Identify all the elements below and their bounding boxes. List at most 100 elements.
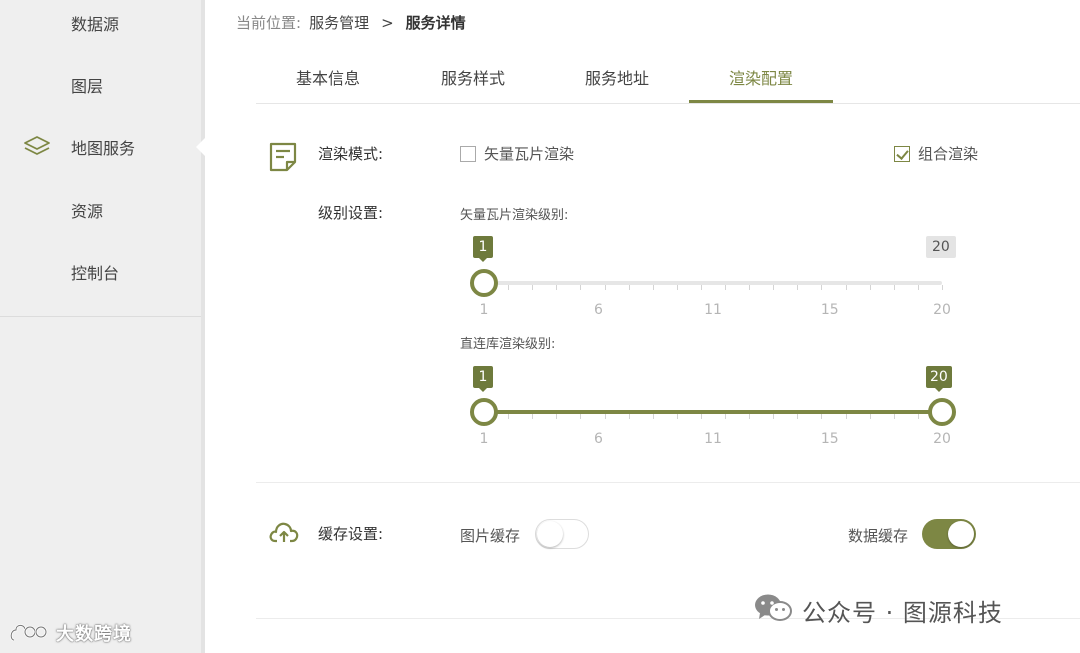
slider-ticks [484, 414, 943, 420]
breadcrumb-prefix: 当前位置: [236, 14, 302, 32]
sidebar-item-console[interactable]: 控制台 [0, 252, 201, 292]
slider-tick-label: 11 [704, 431, 722, 447]
direct-db-level-title: 直连库渲染级别: [460, 337, 556, 352]
render-mode-label: 渲染模式: [318, 145, 384, 163]
breadcrumb: 当前位置: 服务管理 > 服务详情 [236, 12, 466, 33]
app-root: 数据源 图层 地图服务 资源 控制台 大数跨境 当前位置: 服务管理 > 服务详… [0, 0, 1080, 653]
sidebar-item-label: 控制台 [71, 264, 120, 283]
note-icon [268, 141, 298, 177]
brand-text: 大数跨境 [56, 624, 132, 645]
slider-minor-tick [700, 285, 702, 290]
slider-minor-tick [604, 414, 606, 419]
sidebar-item-map-service[interactable]: 地图服务 [0, 127, 201, 167]
slider-tick-label: 1 [479, 302, 489, 318]
slider-minor-tick [508, 414, 510, 419]
slider-minor-tick [893, 285, 895, 290]
slider-minor-tick [869, 285, 871, 290]
tab-service-style[interactable]: 服务样式 [401, 62, 545, 103]
slider-minor-tick [749, 285, 751, 290]
breadcrumb-current: 服务详情 [405, 14, 466, 32]
slider-minor-tick [821, 414, 823, 419]
vector-tile-level-slider: 1 20 1 6 11 15 20 [470, 236, 956, 326]
slider-minor-tick [532, 285, 534, 290]
slider-minor-tick [942, 285, 943, 290]
breadcrumb-parent-link[interactable]: 服务管理 [309, 12, 369, 33]
slider-minor-tick [604, 285, 606, 290]
tab-render-config[interactable]: 渲染配置 [689, 62, 833, 103]
wechat-icon [752, 592, 794, 628]
toggle-knob [537, 521, 563, 547]
toggle-knob [948, 521, 974, 547]
slider-tick-label: 1 [479, 431, 489, 447]
slider-minor-tick [556, 285, 558, 290]
slider-minor-tick [676, 414, 678, 419]
slider-high-bubble: 20 [926, 366, 952, 392]
slider-low-bubble: 1 [473, 366, 493, 392]
sidebar-item-resources[interactable]: 资源 [0, 190, 201, 230]
slider-minor-tick [508, 285, 510, 290]
slider-minor-tick [869, 414, 871, 419]
slider-minor-tick [700, 414, 702, 419]
active-indicator [196, 138, 205, 156]
sidebar-item-label: 资源 [71, 202, 104, 221]
section-divider [256, 482, 1080, 483]
brand-watermark: 大数跨境 [8, 618, 132, 648]
slider-minor-tick [580, 414, 582, 419]
slider-minor-tick [725, 414, 727, 419]
slider-minor-tick [749, 414, 751, 419]
slider-tick-label: 6 [594, 431, 603, 447]
sidebar: 数据源 图层 地图服务 资源 控制台 大数跨境 [0, 0, 205, 653]
slider-ticks [484, 285, 943, 291]
tab-basic-info[interactable]: 基本信息 [256, 62, 400, 103]
sidebar-item-layers[interactable]: 图层 [0, 65, 201, 105]
checkbox-box-checked[interactable] [894, 145, 910, 162]
slider-tick-label: 20 [933, 302, 951, 318]
vector-tile-render-checkbox[interactable]: 矢量瓦片渲染 [460, 143, 574, 164]
sidebar-item-label: 图层 [71, 77, 104, 96]
slider-minor-tick [797, 285, 799, 290]
image-cache-toggle[interactable] [535, 519, 589, 549]
slider-tick-label: 20 [933, 431, 951, 447]
slider-low-bubble: 1 [473, 236, 493, 262]
slider-minor-tick [652, 285, 654, 290]
slider-minor-tick [845, 414, 847, 419]
slider-minor-tick [676, 285, 678, 290]
slider-minor-tick [845, 285, 847, 290]
layers-icon [22, 135, 52, 159]
slider-tick-label: 15 [820, 431, 839, 447]
cloud-upload-icon [268, 520, 300, 548]
slider-minor-tick [917, 285, 919, 290]
slider-minor-tick [893, 414, 895, 419]
checkbox-label: 矢量瓦片渲染 [484, 145, 575, 163]
slider-minor-tick [628, 285, 630, 290]
slider-minor-tick [652, 414, 654, 419]
sidebar-item-data-source[interactable]: 数据源 [0, 3, 201, 43]
wechat-watermark: 公众号 · 图源科技 [752, 592, 1003, 628]
checkbox-box[interactable] [460, 145, 476, 162]
tab-service-address[interactable]: 服务地址 [545, 62, 689, 103]
slider-low-handle[interactable] [470, 398, 498, 426]
slider-tick-label: 6 [594, 302, 603, 318]
breadcrumb-separator: > [381, 13, 394, 32]
watermark-text: 公众号 · 图源科技 [802, 598, 1003, 627]
slider-tick-label: 11 [704, 302, 722, 318]
slider-minor-tick [532, 414, 534, 419]
slider-minor-tick [917, 414, 919, 419]
cache-settings-label: 缓存设置: [318, 525, 384, 543]
slider-minor-tick [821, 285, 823, 290]
slider-minor-tick [773, 414, 775, 419]
slider-high-handle[interactable] [928, 398, 956, 426]
direct-db-level-slider: 1 20 1 6 11 15 20 [470, 366, 956, 456]
slider-tick-label: 15 [820, 302, 839, 318]
combined-render-checkbox[interactable]: 组合渲染 [894, 143, 978, 164]
tab-bar: 基本信息 服务样式 服务地址 渲染配置 [256, 62, 1080, 104]
sidebar-divider [0, 316, 201, 317]
slider-minor-tick [628, 414, 630, 419]
sidebar-item-label: 数据源 [71, 15, 120, 34]
data-cache-toggle[interactable] [922, 519, 976, 549]
slider-minor-tick [773, 285, 775, 290]
slider-minor-tick [580, 285, 582, 290]
level-settings-label: 级别设置: [318, 204, 384, 222]
image-cache-label: 图片缓存 [460, 527, 521, 545]
slider-low-handle[interactable] [470, 269, 498, 297]
